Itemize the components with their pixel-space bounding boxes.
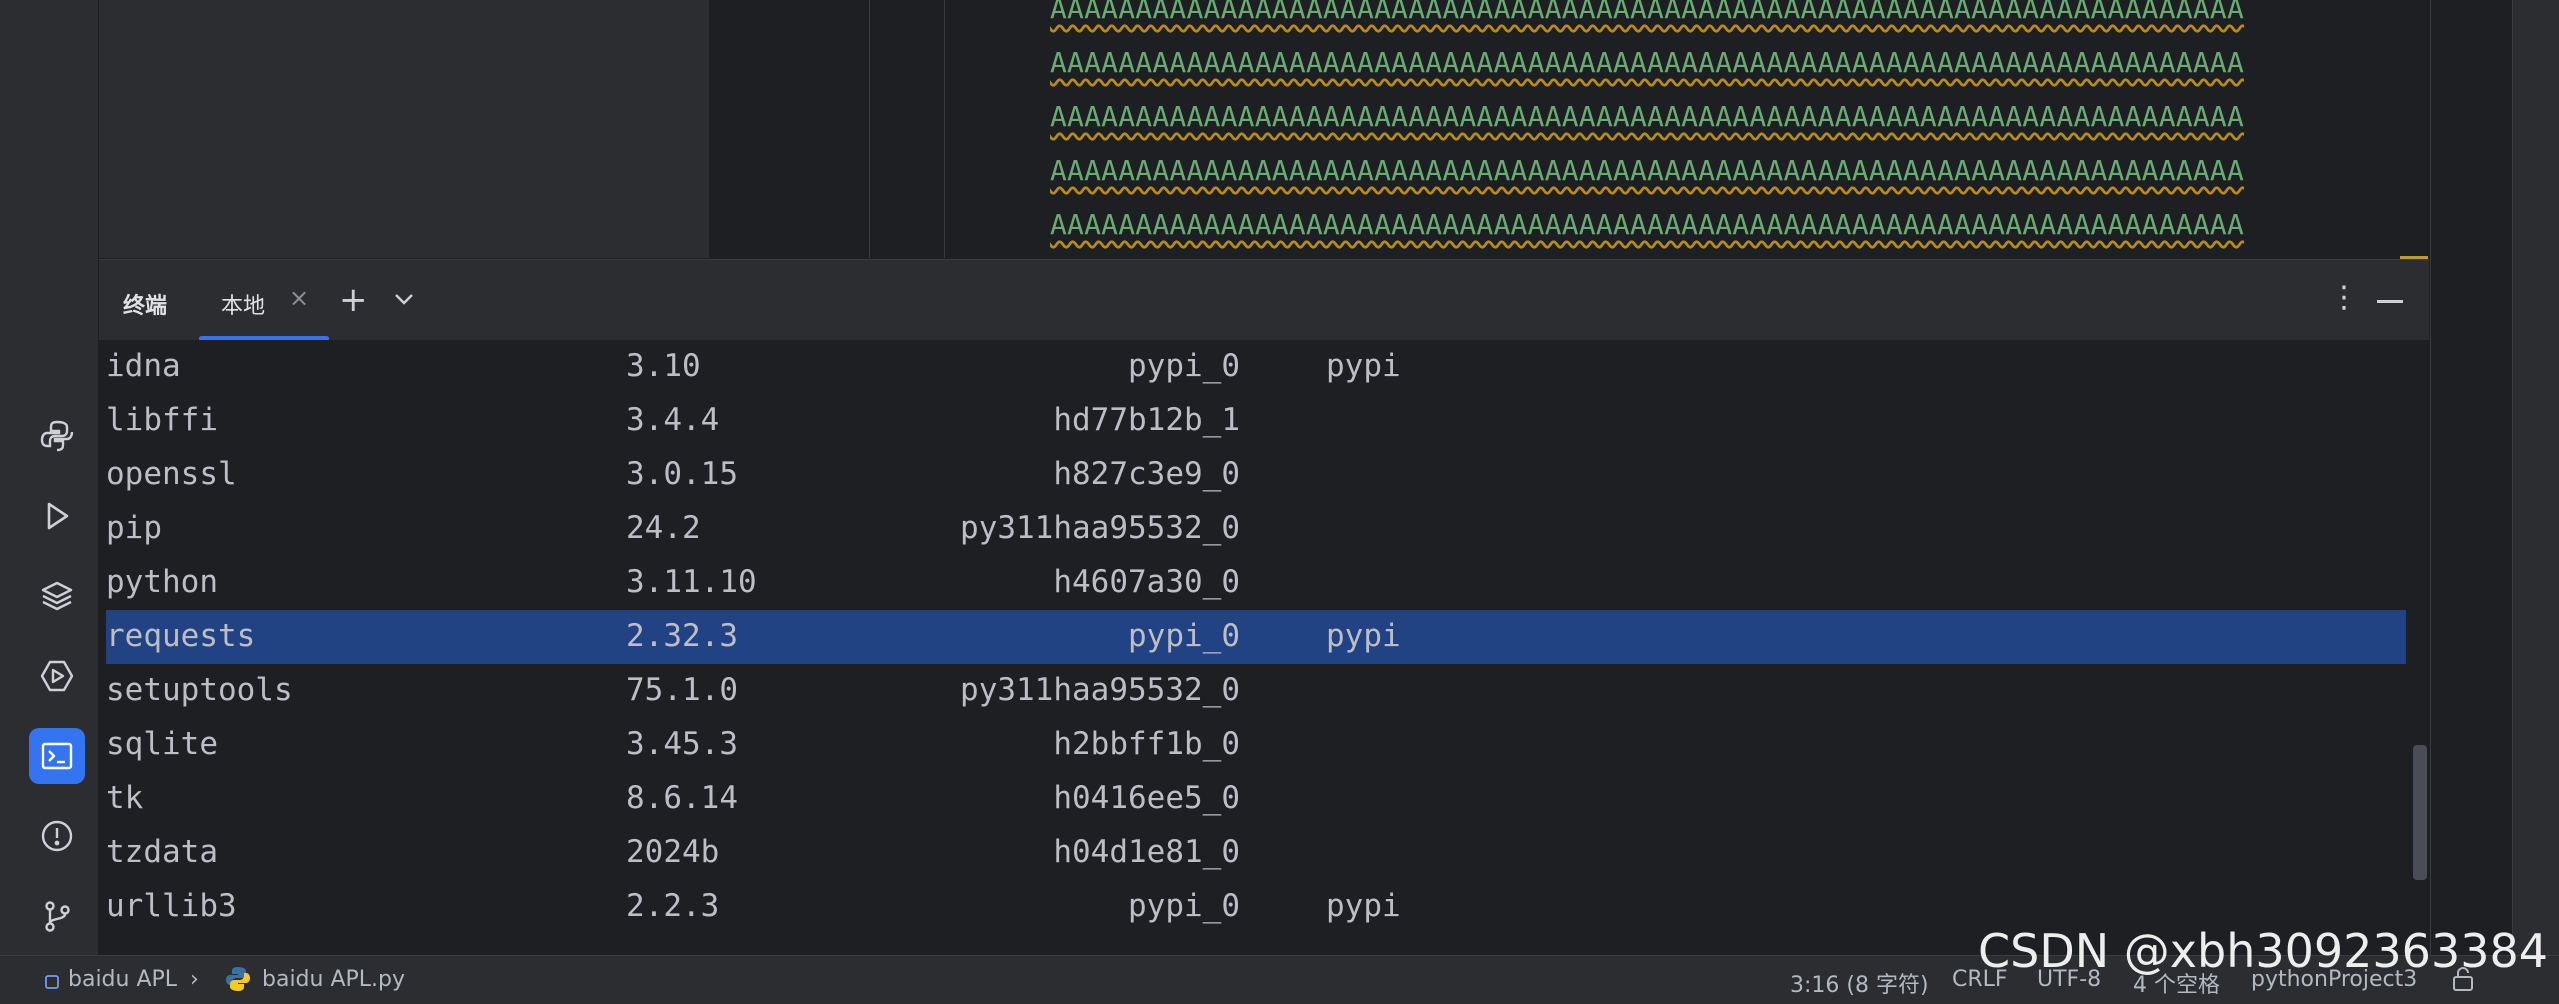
breadcrumb-separator: › <box>190 967 199 992</box>
package-name: python <box>106 564 218 600</box>
package-build: hd77b12b_1 <box>1053 402 1240 438</box>
tab-label: 本地 <box>221 294 266 319</box>
more-options-icon[interactable]: ⋮ <box>2329 280 2359 315</box>
package-build: py311haa95532_0 <box>960 672 1240 708</box>
minimize-icon[interactable] <box>2377 300 2403 303</box>
services-icon[interactable] <box>29 648 85 704</box>
package-build: pypi_0 <box>1128 348 1240 384</box>
package-version: 3.0.15 <box>626 456 738 492</box>
package-build: h04d1e81_0 <box>1053 834 1240 870</box>
table-row: pip 24.2 py311haa95532_0 <box>106 502 2406 556</box>
table-row-selected: requests 2.32.3 pypi_0 pypi <box>106 610 2406 664</box>
package-name: openssl <box>106 456 237 492</box>
right-tool-window-bar <box>2512 0 2559 955</box>
python-file-icon <box>224 965 252 999</box>
tab-local[interactable]: 本地 × <box>199 260 329 341</box>
package-version: 3.10 <box>626 348 701 384</box>
chevron-down-icon[interactable] <box>391 286 417 312</box>
package-name: requests <box>106 618 256 654</box>
code-line[interactable]: AAAAAAAAAAAAAAAAAAAAAAAAAAAAAAAAAAAAAAAA… <box>1050 100 2244 154</box>
table-row: sqlite 3.45.3 h2bbff1b_0 <box>106 718 2406 772</box>
python-console-icon[interactable] <box>29 408 85 464</box>
package-version: 3.11.10 <box>626 564 757 600</box>
close-icon[interactable]: × <box>289 284 309 312</box>
code-line[interactable]: AAAAAAAAAAAAAAAAAAAAAAAAAAAAAAAAAAAAAAAA… <box>1050 0 2244 46</box>
package-build: h2bbff1b_0 <box>1053 726 1240 762</box>
package-channel: pypi <box>1326 348 1401 384</box>
package-build: h4607a30_0 <box>1053 564 1240 600</box>
terminal-header: 终端 本地 × + ⋮ <box>99 259 2429 341</box>
package-name: libffi <box>106 402 218 438</box>
package-version: 2.32.3 <box>626 618 738 654</box>
breadcrumb-project[interactable]: baidu APL <box>68 967 177 992</box>
editor-fold-gutter <box>870 0 945 258</box>
package-channel: pypi <box>1326 888 1401 924</box>
python-packages-icon[interactable] <box>29 568 85 624</box>
package-name: urllib3 <box>106 888 237 924</box>
code-line[interactable]: AAAAAAAAAAAAAAAAAAAAAAAAAAAAAAAAAAAAAAAA… <box>1050 208 2244 262</box>
package-version: 75.1.0 <box>626 672 738 708</box>
package-channel: pypi <box>1326 618 1401 654</box>
tool-window-bar <box>0 0 99 955</box>
add-icon[interactable]: + <box>339 280 368 320</box>
table-row: libffi 3.4.4 hd77b12b_1 <box>106 394 2406 448</box>
package-version: 24.2 <box>626 510 701 546</box>
caret-position[interactable]: 3:16 (8 字符) <box>1790 967 1929 999</box>
code-line[interactable]: AAAAAAAAAAAAAAAAAAAAAAAAAAAAAAAAAAAAAAAA… <box>1050 46 2244 100</box>
package-name: sqlite <box>106 726 218 762</box>
table-row: setuptools 75.1.0 py311haa95532_0 <box>106 664 2406 718</box>
package-build: py311haa95532_0 <box>960 510 1240 546</box>
problems-icon[interactable] <box>29 808 85 864</box>
table-row: tk 8.6.14 h0416ee5_0 <box>106 772 2406 826</box>
breadcrumb-file[interactable]: baidu APL.py <box>262 967 405 992</box>
package-build: h0416ee5_0 <box>1053 780 1240 816</box>
package-build: pypi_0 <box>1128 618 1240 654</box>
package-build: pypi_0 <box>1128 888 1240 924</box>
terminal-icon[interactable] <box>29 728 85 784</box>
module-icon <box>44 971 60 996</box>
table-row: tzdata 2024b h04d1e81_0 <box>106 826 2406 880</box>
package-version: 2024b <box>626 834 720 870</box>
terminal-output[interactable]: idna 3.10 pypi_0 pypi libffi 3.4.4 hd77b… <box>99 340 2429 955</box>
project-panel <box>99 0 709 258</box>
package-name: tzdata <box>106 834 218 870</box>
watermark: CSDN @xbh3092363384 <box>1978 924 2549 978</box>
package-name: tk <box>106 780 144 816</box>
table-row: openssl 3.0.15 h827c3e9_0 <box>106 448 2406 502</box>
table-row: idna 3.10 pypi_0 pypi <box>106 340 2406 394</box>
package-version: 8.6.14 <box>626 780 738 816</box>
terminal-title: 终端 <box>123 294 168 319</box>
package-version: 3.4.4 <box>626 402 720 438</box>
package-build: h827c3e9_0 <box>1053 456 1240 492</box>
package-name: setuptools <box>106 672 293 708</box>
package-version: 2.2.3 <box>626 888 720 924</box>
run-icon[interactable] <box>29 488 85 544</box>
table-row: python 3.11.10 h4607a30_0 <box>106 556 2406 610</box>
editor-gutter <box>709 0 870 258</box>
editor-right-panel <box>2430 0 2513 955</box>
terminal-scrollbar[interactable] <box>2413 745 2427 880</box>
package-version: 3.45.3 <box>626 726 738 762</box>
package-name: idna <box>106 348 181 384</box>
git-icon[interactable] <box>29 888 85 944</box>
code-line[interactable]: AAAAAAAAAAAAAAAAAAAAAAAAAAAAAAAAAAAAAAAA… <box>1050 154 2244 208</box>
package-name: pip <box>106 510 162 546</box>
